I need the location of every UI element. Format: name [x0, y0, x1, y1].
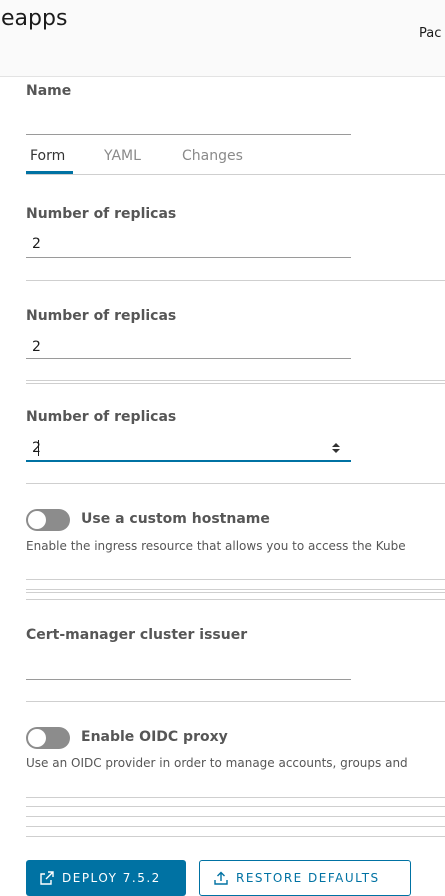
section-divider	[26, 383, 445, 384]
replicas-label-1: Number of replicas	[26, 206, 177, 222]
external-link-icon	[40, 871, 54, 885]
oidc-proxy-toggle[interactable]	[26, 727, 70, 749]
replicas-input-2[interactable]: 2	[32, 339, 41, 355]
section-divider	[26, 579, 445, 580]
tab-yaml[interactable]: YAML	[104, 148, 141, 164]
text-cursor	[38, 440, 39, 456]
deploy-button[interactable]: DEPLOY 7.5.2	[26, 860, 186, 896]
toggle-knob	[28, 729, 46, 747]
tab-form[interactable]: Form	[30, 148, 65, 164]
section-divider	[26, 806, 445, 807]
replicas-input-1-underline	[26, 257, 351, 258]
section-divider	[26, 836, 445, 837]
section-divider	[26, 826, 445, 827]
section-divider	[26, 483, 445, 484]
replicas-input-3[interactable]: 2	[32, 440, 41, 456]
section-divider	[26, 797, 445, 798]
name-input-underline	[26, 134, 351, 135]
app-title: eapps	[1, 6, 68, 31]
section-divider	[26, 589, 445, 590]
editor-tabs: Form YAML Changes	[26, 140, 445, 175]
name-label: Name	[26, 83, 72, 99]
active-tab-indicator	[26, 171, 73, 174]
page-header: eapps Pac	[0, 0, 445, 77]
replicas-input-3-underline	[26, 460, 351, 462]
custom-hostname-toggle[interactable]	[26, 509, 70, 531]
custom-hostname-description: Enable the ingress resource that allows …	[26, 539, 406, 553]
replicas-label-3: Number of replicas	[26, 409, 177, 425]
section-divider	[26, 592, 445, 593]
replicas-input-2-underline	[26, 358, 351, 359]
cert-manager-input-underline	[26, 679, 351, 680]
header-tab-label[interactable]: Pac	[419, 26, 441, 41]
section-divider	[26, 380, 445, 381]
section-divider	[26, 701, 445, 702]
section-divider	[26, 816, 445, 817]
deploy-button-label: DEPLOY 7.5.2	[62, 871, 161, 885]
restore-defaults-button-label: RESTORE DEFAULTS	[236, 871, 380, 885]
upload-icon	[214, 871, 228, 885]
restore-defaults-button[interactable]: RESTORE DEFAULTS	[199, 860, 411, 896]
custom-hostname-label: Use a custom hostname	[81, 511, 270, 527]
toggle-knob	[28, 511, 46, 529]
replicas-label-2: Number of replicas	[26, 308, 177, 324]
tab-changes[interactable]: Changes	[182, 148, 243, 164]
number-spinner-icon[interactable]	[330, 441, 342, 455]
cert-manager-label: Cert-manager cluster issuer	[26, 627, 248, 643]
section-divider	[26, 280, 445, 281]
oidc-proxy-label: Enable OIDC proxy	[81, 729, 228, 745]
section-divider	[26, 599, 445, 600]
replicas-input-1[interactable]: 2	[32, 236, 41, 252]
oidc-proxy-description: Use an OIDC provider in order to manage …	[26, 756, 408, 770]
